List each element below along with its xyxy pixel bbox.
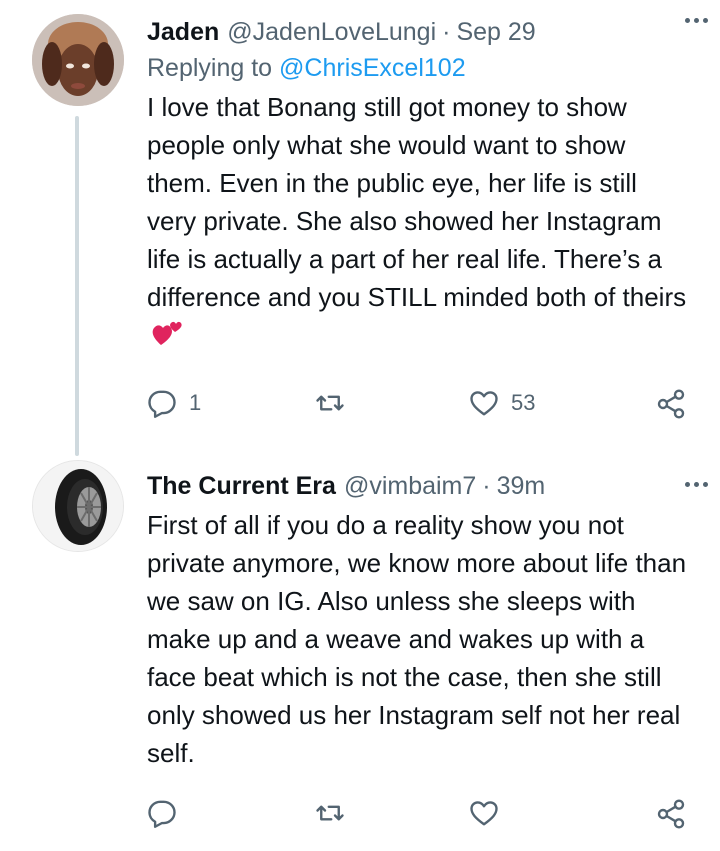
display-name[interactable]: Jaden [147,14,219,50]
separator: · [442,18,451,46]
like-count: 53 [511,390,536,415]
tweet-header: The Current Era @vimbaim7 · 39m [147,468,696,504]
more-icon[interactable] [685,18,708,23]
like-icon [470,801,498,826]
share-button[interactable] [655,388,687,420]
timestamp[interactable]: Sep 29 [456,14,535,50]
replying-mention-link[interactable]: @ChrisExcel102 [279,54,466,82]
share-icon [657,799,685,829]
share-icon [657,389,685,419]
avatar-jaden[interactable] [32,14,124,106]
avatar-jaden-image [32,14,124,106]
more-icon[interactable] [685,482,708,487]
retweet-button[interactable] [315,388,357,418]
display-name[interactable]: The Current Era [147,468,336,504]
two-hearts-emoji-icon [151,318,185,358]
retweet-icon [316,395,344,411]
tweet-text: I love that Bonang still got money to sh… [147,88,687,358]
tweet-text: First of all if you do a reality show yo… [147,510,687,768]
like-button[interactable]: 53 [469,388,535,418]
user-handle[interactable]: @vimbaim7 [344,468,476,504]
replying-to: Replying to @ChrisExcel102 [147,50,696,86]
tweet-current-era[interactable]: The Current Era @vimbaim7 · 39m First of… [0,452,720,851]
reply-icon [148,800,176,828]
tweet-content: The Current Era @vimbaim7 · 39m First of… [147,468,696,772]
tire-avatar-image [33,461,123,551]
timestamp[interactable]: 39m [497,468,546,504]
reply-icon [148,390,176,418]
tweet-text-content: I love that Bonang still got money to sh… [147,92,687,312]
tweet-header: Jaden @JadenLoveLungi · Sep 29 [147,14,696,50]
like-icon [470,391,498,416]
user-handle[interactable]: @JadenLoveLungi [227,14,436,50]
retweet-button[interactable] [315,798,357,828]
separator: · [482,472,491,500]
avatar-current-era[interactable] [32,460,124,552]
retweet-icon [316,805,344,821]
share-button[interactable] [655,798,687,830]
like-button[interactable] [469,798,511,828]
reply-count: 1 [189,390,202,415]
reply-button[interactable] [147,798,189,828]
reply-button[interactable]: 1 [147,388,201,418]
tweet-jaden[interactable]: Jaden @JadenLoveLungi · Sep 29 Replying … [0,0,720,456]
replying-prefix: Replying to [147,54,273,82]
tweet-actions [147,798,692,838]
tweet-actions: 1 53 [147,388,692,428]
tweet-content: Jaden @JadenLoveLungi · Sep 29 Replying … [147,14,696,358]
thread-line [75,116,79,456]
